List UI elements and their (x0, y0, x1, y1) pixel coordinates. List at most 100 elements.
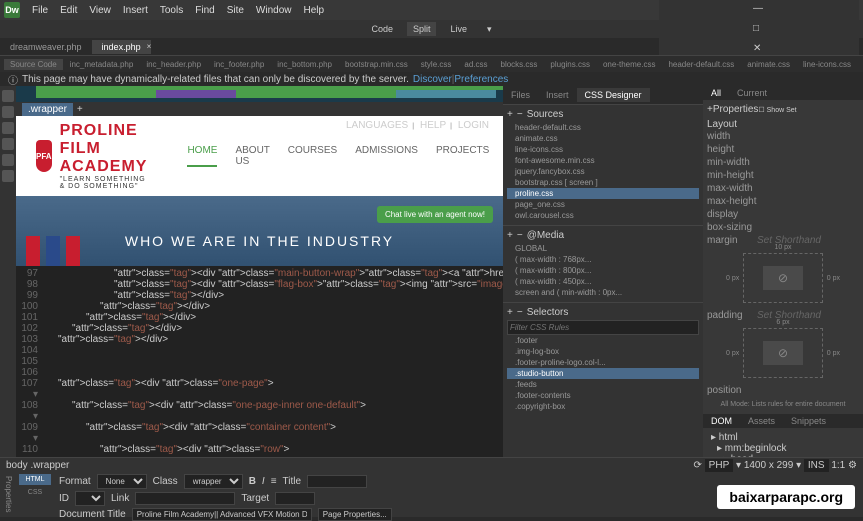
tool-3[interactable] (2, 122, 14, 134)
selectors-item[interactable]: .footer-contents (507, 390, 699, 401)
subtab-10[interactable]: one-theme.css (597, 59, 661, 70)
menu-edit[interactable]: Edit (60, 5, 77, 16)
subtab-3[interactable]: inc_footer.php (208, 59, 270, 70)
menu-site[interactable]: Site (227, 5, 244, 16)
media-item[interactable]: screen and ( min-width : 0px... (507, 287, 699, 298)
sources-item[interactable]: header-default.css (507, 122, 699, 133)
plus-icon[interactable]: + (507, 307, 513, 318)
code-editor[interactable]: 97"attr">class="tag"><div "attr">class="… (16, 266, 503, 457)
prefs-link[interactable]: Preferences (454, 74, 508, 85)
tool-4[interactable] (2, 138, 14, 150)
panel-cssdesigner[interactable]: CSS Designer (577, 88, 650, 102)
dom-node[interactable]: ▸ mm:beginlock (707, 443, 859, 454)
media-item[interactable]: GLOBAL (507, 243, 699, 254)
minus-icon[interactable]: − (517, 109, 523, 120)
subtab-8[interactable]: blocks.css (495, 59, 544, 70)
selectors-item[interactable]: .img-log-box (507, 346, 699, 357)
tool-5[interactable] (2, 154, 14, 166)
discover-link[interactable]: Discover (413, 74, 452, 85)
topnav-login[interactable]: LOGIN (458, 120, 489, 131)
bold-btn[interactable]: B (249, 476, 256, 487)
tab-close-icon[interactable]: × (147, 42, 152, 51)
min-icon[interactable]: — (753, 3, 765, 15)
target-input[interactable] (275, 492, 315, 505)
sources-item[interactable]: owl.carousel.css (507, 210, 699, 221)
subtab-9[interactable]: plugins.css (544, 59, 596, 70)
menu-file[interactable]: File (32, 5, 48, 16)
selectors-item[interactable]: .studio-button (507, 368, 699, 379)
panel-insert[interactable]: Insert (538, 88, 577, 102)
css-btn[interactable]: CSS (19, 487, 51, 498)
html-btn[interactable]: HTML (19, 474, 51, 485)
subtab-11[interactable]: header-default.css (662, 59, 740, 70)
sources-item[interactable]: jquery.fancybox.css (507, 166, 699, 177)
menu-view[interactable]: View (89, 5, 111, 16)
rr-current[interactable]: Current (729, 86, 775, 100)
selectors-item[interactable]: .copyright-box (507, 401, 699, 412)
subtab-0[interactable]: Source Code (4, 59, 63, 70)
nav-home[interactable]: HOME (187, 145, 217, 167)
menu-window[interactable]: Window (256, 5, 292, 16)
ruler[interactable] (16, 86, 503, 102)
margin-box[interactable]: 10 px0 px0 px⊘ (743, 253, 823, 303)
max-icon[interactable]: □ (753, 23, 765, 35)
assets-tab[interactable]: Assets (740, 414, 783, 428)
panel-files[interactable]: Files (503, 88, 538, 102)
tool-6[interactable] (2, 170, 14, 182)
subtab-6[interactable]: style.css (415, 59, 458, 70)
italic-btn[interactable]: I (262, 476, 265, 487)
padding-box[interactable]: 6 px0 px0 px⊘ (743, 328, 823, 378)
link-input[interactable] (135, 492, 235, 505)
topnav-help[interactable]: HELP (420, 120, 446, 131)
subtab-2[interactable]: inc_header.php (140, 59, 207, 70)
nav-courses[interactable]: COURSES (288, 145, 337, 167)
rr-all[interactable]: All (703, 86, 729, 100)
subtab-13[interactable]: line-icons.css (797, 59, 857, 70)
selectors-item[interactable]: .feeds (507, 379, 699, 390)
menu-insert[interactable]: Insert (123, 5, 148, 16)
media-item[interactable]: ( max-width : 800px... (507, 265, 699, 276)
view-live[interactable]: Live (444, 22, 473, 36)
subtab-12[interactable]: animate.css (741, 59, 796, 70)
subtab-4[interactable]: inc_bottom.php (271, 59, 338, 70)
nav-proj[interactable]: PROJECTS (436, 145, 489, 167)
list-icon[interactable]: ≡ (271, 476, 277, 487)
menu-tools[interactable]: Tools (160, 5, 183, 16)
breadcrumb[interactable]: .wrapper (22, 103, 73, 116)
subtab-5[interactable]: bootstrap.min.css (339, 59, 414, 70)
close-icon[interactable]: ✕ (753, 43, 765, 55)
media-item[interactable]: ( max-width : 450px... (507, 276, 699, 287)
view-code[interactable]: Code (365, 22, 399, 36)
dom-node[interactable]: ▸ html (707, 432, 859, 443)
dom-tab[interactable]: DOM (703, 414, 740, 428)
selectors-item[interactable]: .footer-proline-logo.col-l... (507, 357, 699, 368)
plus-icon[interactable]: + (507, 230, 513, 241)
reload-icon[interactable]: ⟳ (694, 460, 702, 471)
topnav-lang[interactable]: LANGUAGES (346, 120, 408, 131)
sources-item[interactable]: proline.css (507, 188, 699, 199)
selectors-item[interactable]: .footer (507, 335, 699, 346)
plus-icon[interactable]: + (77, 104, 83, 115)
id-select[interactable] (75, 491, 105, 506)
tool-2[interactable] (2, 106, 14, 118)
sources-item[interactable]: page_one.css (507, 199, 699, 210)
chat-bubble[interactable]: Chat live with an agent now! (377, 206, 493, 223)
media-item[interactable]: ( max-width : 768px... (507, 254, 699, 265)
nav-about[interactable]: ABOUT US (235, 145, 269, 167)
gear-icon[interactable]: ⚙ (848, 460, 857, 471)
sources-item[interactable]: font-awesome.min.css (507, 155, 699, 166)
snippets-tab[interactable]: Snippets (783, 414, 834, 428)
minus-icon[interactable]: − (517, 230, 523, 241)
title-input[interactable] (307, 475, 367, 488)
subtab-7[interactable]: ad.css (458, 59, 493, 70)
subtab-1[interactable]: inc_metadata.php (64, 59, 140, 70)
class-select[interactable]: wrapper (184, 474, 243, 489)
sources-item[interactable]: animate.css (507, 133, 699, 144)
minus-icon[interactable]: − (517, 307, 523, 318)
sources-item[interactable]: bootstrap.css [ screen ] (507, 177, 699, 188)
menu-find[interactable]: Find (195, 5, 214, 16)
format-select[interactable]: None (97, 474, 147, 489)
chevron-down-icon[interactable]: ▾ (481, 22, 498, 37)
plus-icon[interactable]: + (507, 109, 513, 120)
doc-tab-1[interactable]: index.php (92, 40, 151, 54)
